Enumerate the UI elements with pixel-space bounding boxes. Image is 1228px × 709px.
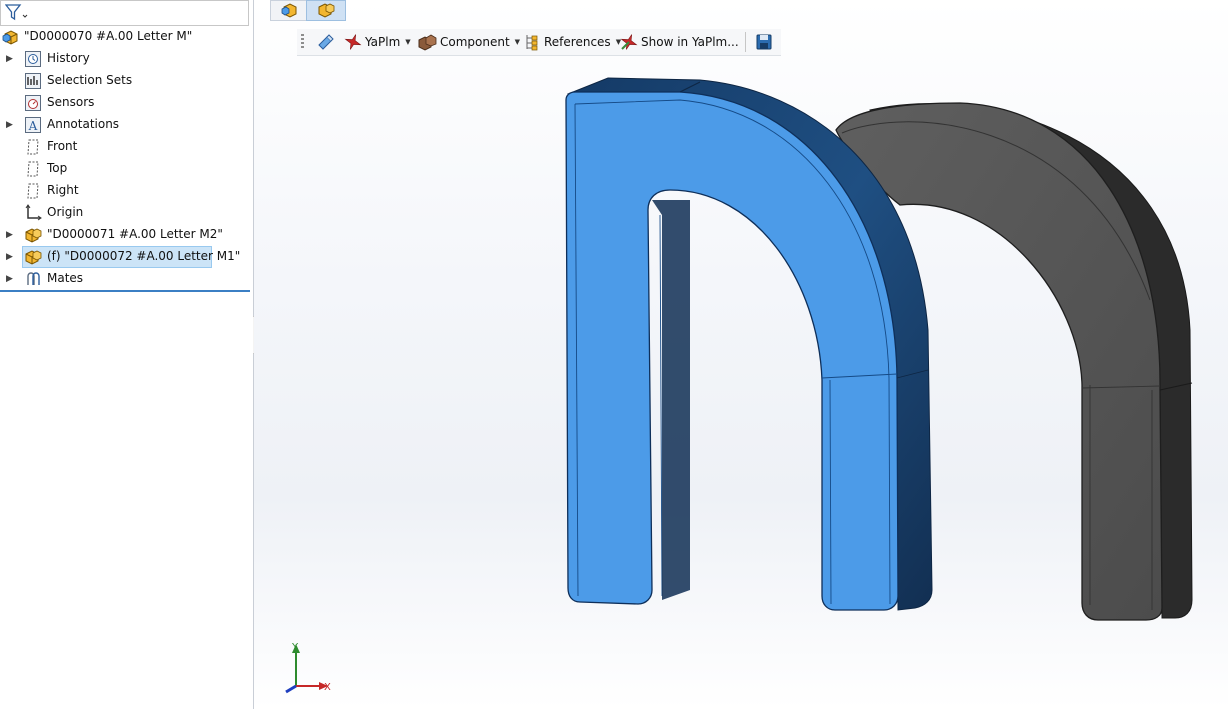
tree-item-origin[interactable]: Origin — [0, 202, 250, 224]
tree-item-label: Mates — [47, 271, 84, 285]
history-icon — [25, 51, 41, 67]
tree-filter[interactable] — [0, 0, 249, 26]
plane-icon — [27, 161, 39, 177]
tree-item-label: Front — [47, 139, 78, 153]
tree-item-annotations[interactable]: ▶ A Annotations — [0, 114, 250, 136]
component-menu-button[interactable]: Component ▼ — [417, 33, 520, 51]
expand-arrow-icon[interactable]: ▶ — [6, 251, 14, 263]
toolbar-separator — [745, 32, 746, 52]
config-tabs — [270, 0, 346, 21]
yapim-icon — [344, 34, 362, 50]
references-icon — [526, 35, 538, 51]
edit-part-icon — [318, 34, 334, 50]
component-icon — [418, 34, 437, 51]
tree-item-label: History — [47, 51, 90, 65]
plane-icon — [27, 183, 39, 199]
tree-item-label: (f) "D0000072 #A.00 Letter M1" — [47, 249, 241, 263]
yapim-label: YaPlm — [365, 35, 401, 49]
tree-root-assembly[interactable]: "D0000070 #A.00 Letter M" — [0, 26, 250, 48]
show-in-yapim-label: Show in YaPlm... — [641, 35, 739, 49]
view-orientation-triad: Y X — [285, 642, 331, 694]
tree-item-label: Sensors — [47, 95, 95, 109]
plane-icon — [27, 139, 39, 155]
tree-separator — [0, 290, 250, 292]
tree-item-sensors[interactable]: Sensors — [0, 92, 250, 114]
model-view[interactable] — [254, 0, 1228, 709]
dropdown-arrow-icon: ▼ — [405, 38, 411, 46]
triad-y-label: Y — [291, 642, 299, 653]
save-icon — [756, 34, 772, 50]
toolbar-grip[interactable] — [301, 34, 304, 50]
expand-arrow-icon[interactable]: ▶ — [6, 119, 14, 131]
tree-item-history[interactable]: ▶ History — [0, 48, 250, 70]
tree-item-part-m1[interactable]: ▶ (f) "D0000072 #A.00 Letter M1" — [0, 246, 250, 268]
references-label: References — [544, 35, 611, 49]
yapim-menu-button[interactable]: YaPlm ▼ — [344, 33, 411, 51]
tree-item-selection-sets[interactable]: Selection Sets — [0, 70, 250, 92]
part-icon — [25, 228, 42, 243]
tree-item-front[interactable]: Front — [0, 136, 250, 158]
mates-icon — [27, 272, 40, 285]
show-in-yapim-icon — [620, 34, 638, 50]
tree-item-label: Right — [47, 183, 79, 197]
part-icon — [25, 250, 42, 265]
selection-sets-icon — [25, 73, 41, 89]
origin-icon — [25, 204, 42, 221]
tree-item-label: Selection Sets — [47, 73, 133, 87]
part-icon — [318, 3, 335, 18]
svg-text:A: A — [28, 119, 38, 133]
annotations-icon: A — [25, 117, 41, 133]
tab-assembly-config[interactable] — [270, 0, 308, 21]
tree-item-top[interactable]: Top — [0, 158, 250, 180]
assembly-icon — [2, 30, 18, 45]
assembly-icon — [281, 3, 297, 18]
tree-item-part-m2[interactable]: ▶ "D0000071 #A.00 Letter M2" — [0, 224, 250, 246]
tree-item-label: Top — [47, 161, 68, 175]
show-in-yapim-button[interactable]: Show in YaPlm... — [620, 33, 739, 51]
edit-part-button[interactable] — [317, 33, 335, 51]
tab-part-config[interactable] — [306, 0, 346, 21]
tree-item-mates[interactable]: ▶ Mates — [0, 268, 250, 290]
expand-arrow-icon[interactable]: ▶ — [6, 53, 14, 65]
save-button[interactable] — [755, 33, 773, 51]
tree-root-label: "D0000070 #A.00 Letter M" — [24, 29, 193, 43]
tree-item-label: Origin — [47, 205, 84, 219]
filter-icon[interactable] — [5, 4, 29, 22]
tree-item-right[interactable]: Right — [0, 180, 250, 202]
component-label: Component — [440, 35, 510, 49]
dropdown-arrow-icon: ▼ — [514, 38, 521, 46]
context-toolbar: YaPlm ▼ Component ▼ References ▼ Show in… — [297, 29, 781, 56]
expand-arrow-icon[interactable]: ▶ — [6, 273, 14, 285]
sensors-icon — [25, 95, 41, 111]
triad-x-label: X — [324, 682, 331, 693]
references-menu-button[interactable]: References ▼ — [523, 33, 621, 51]
feature-manager-tree: "D0000070 #A.00 Letter M" ▶ History Sele… — [0, 0, 254, 709]
expand-arrow-icon[interactable]: ▶ — [6, 229, 14, 241]
tree-item-label: "D0000071 #A.00 Letter M2" — [47, 227, 223, 241]
tree-item-label: Annotations — [47, 117, 120, 131]
